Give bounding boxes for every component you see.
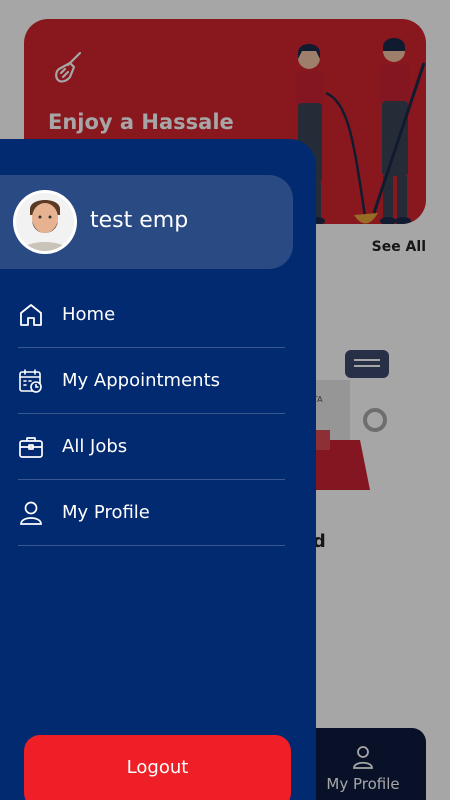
briefcase-icon (18, 434, 44, 460)
menu-label-home: Home (62, 304, 116, 325)
menu-label-all-jobs: All Jobs (62, 436, 128, 457)
menu-label-my-profile: My Profile (62, 502, 150, 523)
calendar-clock-icon (18, 368, 44, 394)
menu-item-appointments[interactable]: My Appointments (18, 348, 285, 414)
menu-label-appointments: My Appointments (62, 370, 221, 391)
menu-item-my-profile[interactable]: My Profile (18, 480, 285, 546)
logout-button[interactable]: Logout (24, 735, 291, 800)
menu-item-home[interactable]: Home (18, 282, 285, 348)
user-icon (18, 500, 44, 526)
home-icon (18, 302, 44, 328)
profile-header[interactable]: test emp (0, 175, 293, 269)
avatar[interactable] (13, 190, 77, 254)
profile-name: test emp (90, 208, 189, 233)
navigation-drawer: test emp Home My Appointments All Jobs M… (0, 139, 316, 800)
avatar-photo (16, 193, 74, 251)
menu-item-all-jobs[interactable]: All Jobs (18, 414, 285, 480)
drawer-menu: Home My Appointments All Jobs My Profile (18, 282, 285, 546)
